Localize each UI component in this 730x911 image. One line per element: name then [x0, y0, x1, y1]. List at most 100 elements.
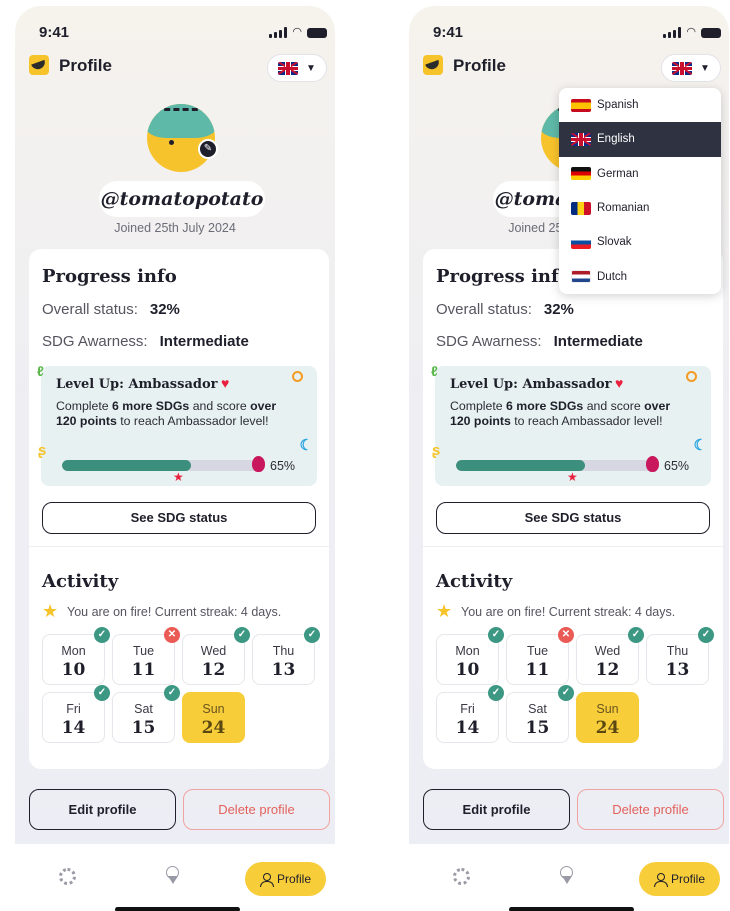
language-option-english[interactable]: English — [559, 122, 721, 157]
day-name: Thu — [272, 644, 295, 658]
language-selector[interactable]: ▼ — [661, 54, 721, 82]
check-icon: ✓ — [304, 627, 320, 643]
spain-flag-icon — [571, 98, 591, 112]
sdg-awareness-label: SDG Awarness: — [42, 333, 148, 350]
star-decoration-icon: ★ — [173, 470, 184, 484]
edit-avatar-pencil-icon[interactable]: ✎ — [198, 139, 218, 159]
moon-decoration-icon: ☾ — [299, 437, 313, 454]
nav-badge-icon[interactable] — [560, 866, 573, 886]
day-name: Fri — [460, 702, 475, 716]
profile-screen-language-menu-open: 9:41 ◠ Profile ▼ ✎ @tomatopotato Joined … — [409, 6, 729, 911]
day-tile: Sat 15 ✓ — [112, 685, 180, 743]
level-progress-percent: 65% — [664, 459, 690, 473]
romania-flag-icon — [571, 201, 591, 215]
day-name: Fri — [66, 702, 81, 716]
edit-profile-button[interactable]: Edit profile — [423, 789, 570, 830]
see-sdg-status-button[interactable]: See SDG status — [42, 502, 316, 534]
day-tile: Sun 24 — [576, 692, 639, 743]
day-tile: Mon 10 ✓ — [436, 627, 504, 685]
language-option-dutch[interactable]: Dutch — [559, 259, 721, 293]
day-tile: Thu 13 ✓ — [252, 627, 320, 685]
day-tile: Fri 14 ✓ — [42, 685, 110, 743]
language-option-label: Dutch — [597, 270, 628, 283]
wifi-icon: ◠ — [686, 26, 696, 38]
day-tile: Sat 15 ✓ — [506, 685, 574, 743]
sdg-awareness-label: SDG Awarness: — [436, 333, 542, 350]
delete-profile-button[interactable]: Delete profile — [577, 789, 724, 830]
day-number: 14 — [61, 718, 86, 738]
activity-title: Activity — [42, 571, 119, 592]
check-icon: ✓ — [558, 685, 574, 701]
day-number: 24 — [201, 718, 226, 738]
nav-profile-tab[interactable]: Profile — [245, 862, 326, 896]
bottom-nav: Profile — [15, 844, 335, 911]
check-icon: ✓ — [488, 685, 504, 701]
level-up-description: Complete 6 more SDGs and score over 120 … — [450, 399, 671, 428]
sdg-awareness-value: Intermediate — [159, 333, 249, 350]
star-decoration-icon: ★ — [567, 470, 578, 484]
level-up-description: Complete 6 more SDGs and score over 120 … — [56, 399, 277, 428]
language-option-spanish[interactable]: Spanish — [559, 88, 721, 122]
level-up-box: ℓ ʂ ☾ Level Up: Ambassador ♥ Complete 6 … — [431, 363, 711, 486]
edit-profile-button[interactable]: Edit profile — [29, 789, 176, 830]
day-number: 12 — [595, 660, 620, 680]
day-number: 13 — [271, 660, 296, 680]
day-name: Tue — [526, 644, 549, 658]
language-option-romanian[interactable]: Romanian — [559, 191, 721, 225]
language-option-slovak[interactable]: Slovak — [559, 225, 721, 259]
status-icons: ◠ — [663, 27, 721, 38]
cross-icon: ✕ — [558, 627, 574, 643]
day-name: Sun — [596, 702, 619, 716]
signal-icon — [269, 27, 288, 38]
day-number: 10 — [455, 660, 480, 680]
day-number: 13 — [665, 660, 690, 680]
level-progress-bar — [456, 460, 654, 471]
delete-profile-button[interactable]: Delete profile — [183, 789, 330, 830]
nav-profile-tab[interactable]: Profile — [639, 862, 720, 896]
progress-activity-card: Progress info Overall status: 32% SDG Awa… — [423, 249, 723, 769]
day-number: 14 — [455, 718, 480, 738]
cross-icon: ✕ — [164, 627, 180, 643]
star-icon: ★ — [436, 601, 453, 621]
overall-status-row: Overall status: 32% — [42, 301, 180, 318]
check-icon: ✓ — [234, 627, 250, 643]
check-icon: ✓ — [94, 685, 110, 701]
see-sdg-status-button[interactable]: See SDG status — [436, 502, 710, 534]
divider — [29, 546, 329, 547]
heart-icon: ♥ — [615, 375, 624, 391]
day-number: 15 — [131, 718, 156, 738]
overall-status-row: Overall status: 32% — [436, 301, 574, 318]
level-progress-fill — [62, 460, 191, 471]
day-tile: Tue 11 ✕ — [506, 627, 574, 685]
language-option-german[interactable]: German — [559, 157, 721, 191]
language-selector[interactable]: ▼ — [267, 54, 327, 82]
leaf-decoration-icon: ℓ — [37, 363, 44, 379]
bottom-nav: Profile — [409, 844, 729, 911]
overall-status-label: Overall status: — [42, 301, 138, 318]
germany-flag-icon — [571, 167, 591, 181]
squiggle-decoration-icon: ʂ — [432, 442, 441, 459]
day-tile: Tue 11 ✕ — [112, 627, 180, 685]
gem-icon — [646, 456, 659, 472]
person-icon — [653, 872, 668, 887]
day-name: Tue — [132, 644, 155, 658]
day-number: 12 — [201, 660, 226, 680]
status-bar: 9:41 ◠ — [15, 24, 335, 44]
day-tile: Mon 10 ✓ — [42, 627, 110, 685]
level-up-title: Level Up: Ambassador — [450, 377, 612, 392]
app-header: Profile ▼ — [423, 54, 729, 82]
overall-status-label: Overall status: — [436, 301, 532, 318]
level-progress-percent: 65% — [270, 459, 296, 473]
nav-sdg-wheel-icon[interactable] — [59, 868, 76, 885]
leaf-decoration-icon: ℓ — [431, 363, 438, 379]
ring-decoration-icon — [292, 371, 303, 382]
day-name: Mon — [61, 644, 86, 658]
nav-sdg-wheel-icon[interactable] — [453, 868, 470, 885]
sdg-awareness-row: SDG Awarness: Intermediate — [436, 333, 643, 350]
day-number: 10 — [61, 660, 86, 680]
day-name: Sat — [528, 702, 547, 716]
language-dropdown-menu: Spanish English German Romanian Slovak Dutch — [559, 88, 721, 294]
nav-badge-icon[interactable] — [166, 866, 179, 886]
check-icon: ✓ — [164, 685, 180, 701]
ring-decoration-icon — [686, 371, 697, 382]
